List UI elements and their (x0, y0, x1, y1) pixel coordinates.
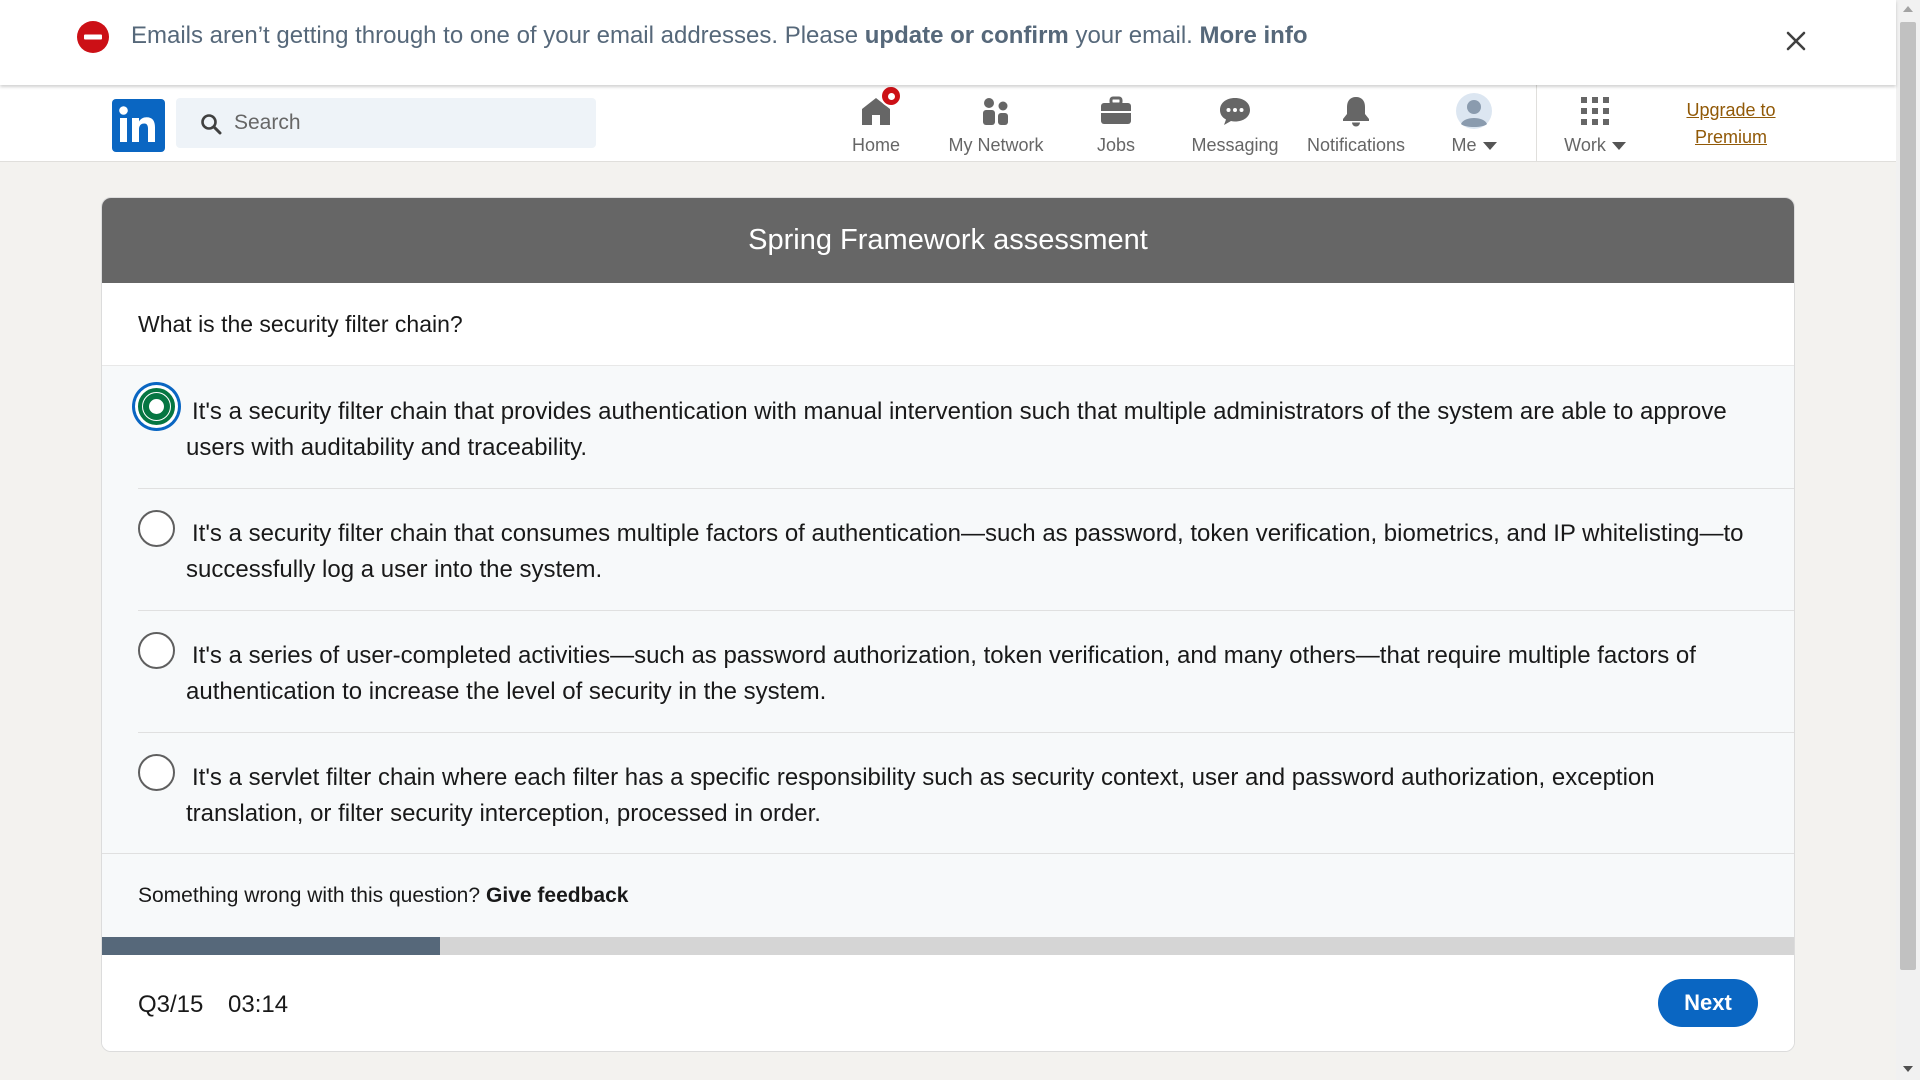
grid-icon (1575, 91, 1615, 131)
nav-label-my-network: My Network (948, 135, 1044, 155)
nav-item-notifications[interactable]: Notifications (1304, 91, 1408, 157)
answer-option-text: It's a security filter chain that consum… (186, 520, 1744, 583)
nav-label-work: Work (1564, 135, 1626, 156)
answer-option-3[interactable]: It's a series of user-completed activiti… (102, 610, 1794, 732)
avatar-icon (1454, 91, 1494, 131)
countdown-timer: 03:14 (228, 991, 289, 1018)
nav-label-notifications: Notifications (1306, 135, 1406, 155)
assessment-title: Spring Framework assessment (102, 198, 1794, 283)
notification-badge (880, 85, 902, 107)
upgrade-premium-link[interactable]: Upgrade to Premium (1668, 97, 1794, 151)
nav-item-messaging[interactable]: Messaging (1190, 91, 1280, 157)
answer-options: It's a security filter chain that provid… (102, 366, 1794, 854)
nav-item-jobs[interactable]: Jobs (1090, 91, 1142, 157)
answer-option-4[interactable]: It's a servlet filter chain where each f… (102, 732, 1794, 854)
question-text: What is the security filter chain? (102, 283, 1794, 366)
search-input[interactable] (234, 98, 584, 148)
scroll-up-icon[interactable] (1903, 6, 1913, 12)
home-icon (856, 85, 902, 131)
scroll-down-icon[interactable] (1903, 1066, 1913, 1072)
radio-button-selected[interactable] (138, 388, 175, 425)
briefcase-icon (1096, 91, 1136, 131)
search-box[interactable] (176, 98, 596, 148)
bell-icon (1336, 91, 1376, 131)
question-counter: Q3/15 (138, 991, 204, 1018)
answer-option-2[interactable]: It's a security filter chain that consum… (102, 488, 1794, 610)
banner-text-after: your email. (1075, 22, 1193, 49)
feedback-prompt: Something wrong with this question? (138, 883, 481, 907)
premium-line-2: Premium (1694, 127, 1767, 147)
update-email-link[interactable]: update or confirm (865, 22, 1069, 49)
global-nav: Home My Network Jobs (0, 85, 1896, 162)
answer-option-text: It's a series of user-completed activiti… (186, 642, 1696, 705)
nav-label-messaging: Messaging (1191, 135, 1279, 155)
nav-label-jobs: Jobs (1096, 135, 1136, 155)
assessment-footer: Q3/15 03:14 Next (102, 955, 1794, 1051)
nav-item-work[interactable]: Work (1560, 91, 1630, 157)
answer-option-text: It's a security filter chain that provid… (186, 398, 1727, 461)
work-label: Work (1564, 135, 1606, 155)
radio-button[interactable] (138, 754, 175, 791)
email-alert-banner: Emails aren’t getting through to one of … (0, 0, 1896, 85)
progress-bar-fill (102, 937, 441, 955)
next-button[interactable]: Next (1658, 979, 1758, 1027)
chevron-down-icon (1482, 141, 1497, 150)
search-icon (200, 113, 222, 135)
progress-bar (102, 937, 1794, 955)
radio-button[interactable] (138, 510, 175, 547)
nav-item-me[interactable]: Me (1446, 91, 1502, 157)
people-icon (976, 91, 1016, 131)
page-scrollbar[interactable] (1896, 0, 1920, 1080)
me-label: Me (1451, 135, 1477, 155)
more-info-link[interactable]: More info (1199, 22, 1307, 49)
answer-option-text: It's a servlet filter chain where each f… (186, 764, 1655, 827)
scrollbar-thumb[interactable] (1900, 22, 1916, 970)
nav-label-me: Me (1451, 135, 1497, 156)
nav-label-home: Home (851, 135, 900, 155)
answer-option-1[interactable]: It's a security filter chain that provid… (102, 366, 1794, 488)
nav-item-my-network[interactable]: My Network (944, 91, 1048, 157)
banner-message: Emails aren’t getting through to one of … (131, 22, 1307, 50)
assessment-card: Spring Framework assessment What is the … (101, 197, 1795, 1052)
nav-item-home[interactable]: Home (846, 85, 906, 157)
close-icon[interactable] (1779, 24, 1813, 58)
chat-bubble-icon (1215, 91, 1255, 131)
give-feedback-link[interactable]: Give feedback (486, 884, 628, 908)
banner-text-before: Emails aren’t getting through to one of … (131, 22, 859, 49)
premium-line-1: Upgrade to (1686, 100, 1776, 120)
radio-button[interactable] (138, 632, 175, 669)
chevron-down-icon (1611, 141, 1626, 150)
linkedin-logo[interactable] (112, 99, 165, 152)
nav-divider (1536, 85, 1537, 162)
blocked-stop-icon (76, 20, 110, 54)
feedback-row: Something wrong with this question? Give… (102, 854, 1794, 937)
